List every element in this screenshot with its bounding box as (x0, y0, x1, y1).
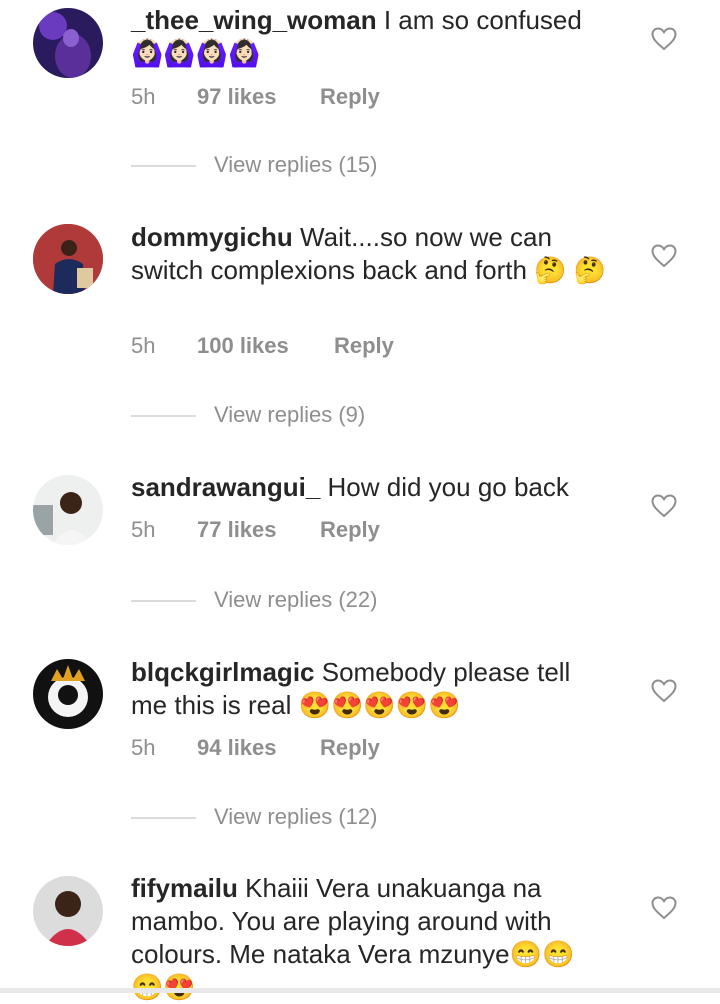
heart-outline-icon[interactable] (651, 679, 677, 703)
comment-body: How did you go back (327, 472, 569, 502)
replies-divider (131, 165, 196, 167)
reply-button[interactable]: Reply (334, 331, 394, 361)
heart-outline-icon[interactable] (651, 27, 677, 51)
avatar[interactable] (33, 659, 103, 729)
replies-divider (131, 817, 196, 819)
avatar[interactable] (33, 475, 103, 545)
likes-count[interactable]: 77 likes (197, 515, 277, 545)
likes-count[interactable]: 94 likes (197, 733, 277, 763)
view-replies-label[interactable]: View replies (9) (214, 400, 365, 430)
reply-button[interactable]: Reply (320, 82, 380, 112)
comment-time: 5h (131, 735, 156, 760)
avatar[interactable] (33, 876, 103, 946)
emoji: 🙆🏻‍♀️ (163, 38, 196, 68)
comment-body: I am so confused (383, 5, 582, 35)
bottom-edge (0, 988, 720, 993)
heart-outline-icon[interactable] (651, 244, 677, 268)
heart-outline-icon[interactable] (651, 494, 677, 518)
avatar[interactable] (33, 224, 103, 294)
comment-username[interactable]: _thee_wing_woman (131, 5, 377, 35)
emoji: 😍 (428, 690, 461, 720)
emoji: 🤔 (573, 255, 607, 285)
likes-count[interactable]: 100 likes (197, 331, 289, 361)
emoji: 😍 (363, 690, 396, 720)
comment-username[interactable]: sandrawangui_ (131, 472, 320, 502)
comment-time: 5h (131, 333, 156, 358)
emoji: 😁 (542, 939, 575, 969)
emoji: 🙆🏻‍♀️ (228, 38, 261, 68)
emoji: 🙆🏻‍♀️ (131, 38, 164, 68)
comment-text: _thee_wing_woman I am so confused 🙆🏻‍♀️🙆… (131, 4, 611, 70)
emoji: 😍 (395, 690, 429, 720)
replies-divider (131, 415, 196, 417)
avatar[interactable] (33, 8, 103, 78)
comment-text: fifymailu Khaiii Vera unakuanga na mambo… (131, 872, 611, 1004)
emoji: 🙆🏻‍♀️ (195, 38, 229, 68)
view-replies-label[interactable]: View replies (12) (214, 802, 377, 832)
emoji: 😍 (331, 690, 364, 720)
replies-divider (131, 600, 196, 602)
heart-outline-icon[interactable] (651, 896, 677, 920)
comment-time: 5h (131, 84, 156, 109)
reply-button[interactable]: Reply (320, 733, 380, 763)
comment-username[interactable]: dommygichu (131, 222, 293, 252)
likes-count[interactable]: 97 likes (197, 82, 277, 112)
comment-username[interactable]: blqckgirlmagic (131, 657, 315, 687)
comment-text: sandrawangui_ How did you go back (131, 471, 611, 504)
view-replies-label[interactable]: View replies (22) (214, 585, 377, 615)
emoji: 😁 (509, 939, 543, 969)
view-replies-label[interactable]: View replies (15) (214, 150, 377, 180)
emoji: 😍 (298, 690, 331, 720)
comment-text: dommygichu Wait....so now we can switch … (131, 221, 611, 287)
comment-text: blqckgirlmagic Somebody please tell me t… (131, 656, 611, 722)
comment-username[interactable]: fifymailu (131, 873, 238, 903)
emoji: 🤔 (534, 255, 567, 285)
comment-time: 5h (131, 517, 156, 542)
reply-button[interactable]: Reply (320, 515, 380, 545)
